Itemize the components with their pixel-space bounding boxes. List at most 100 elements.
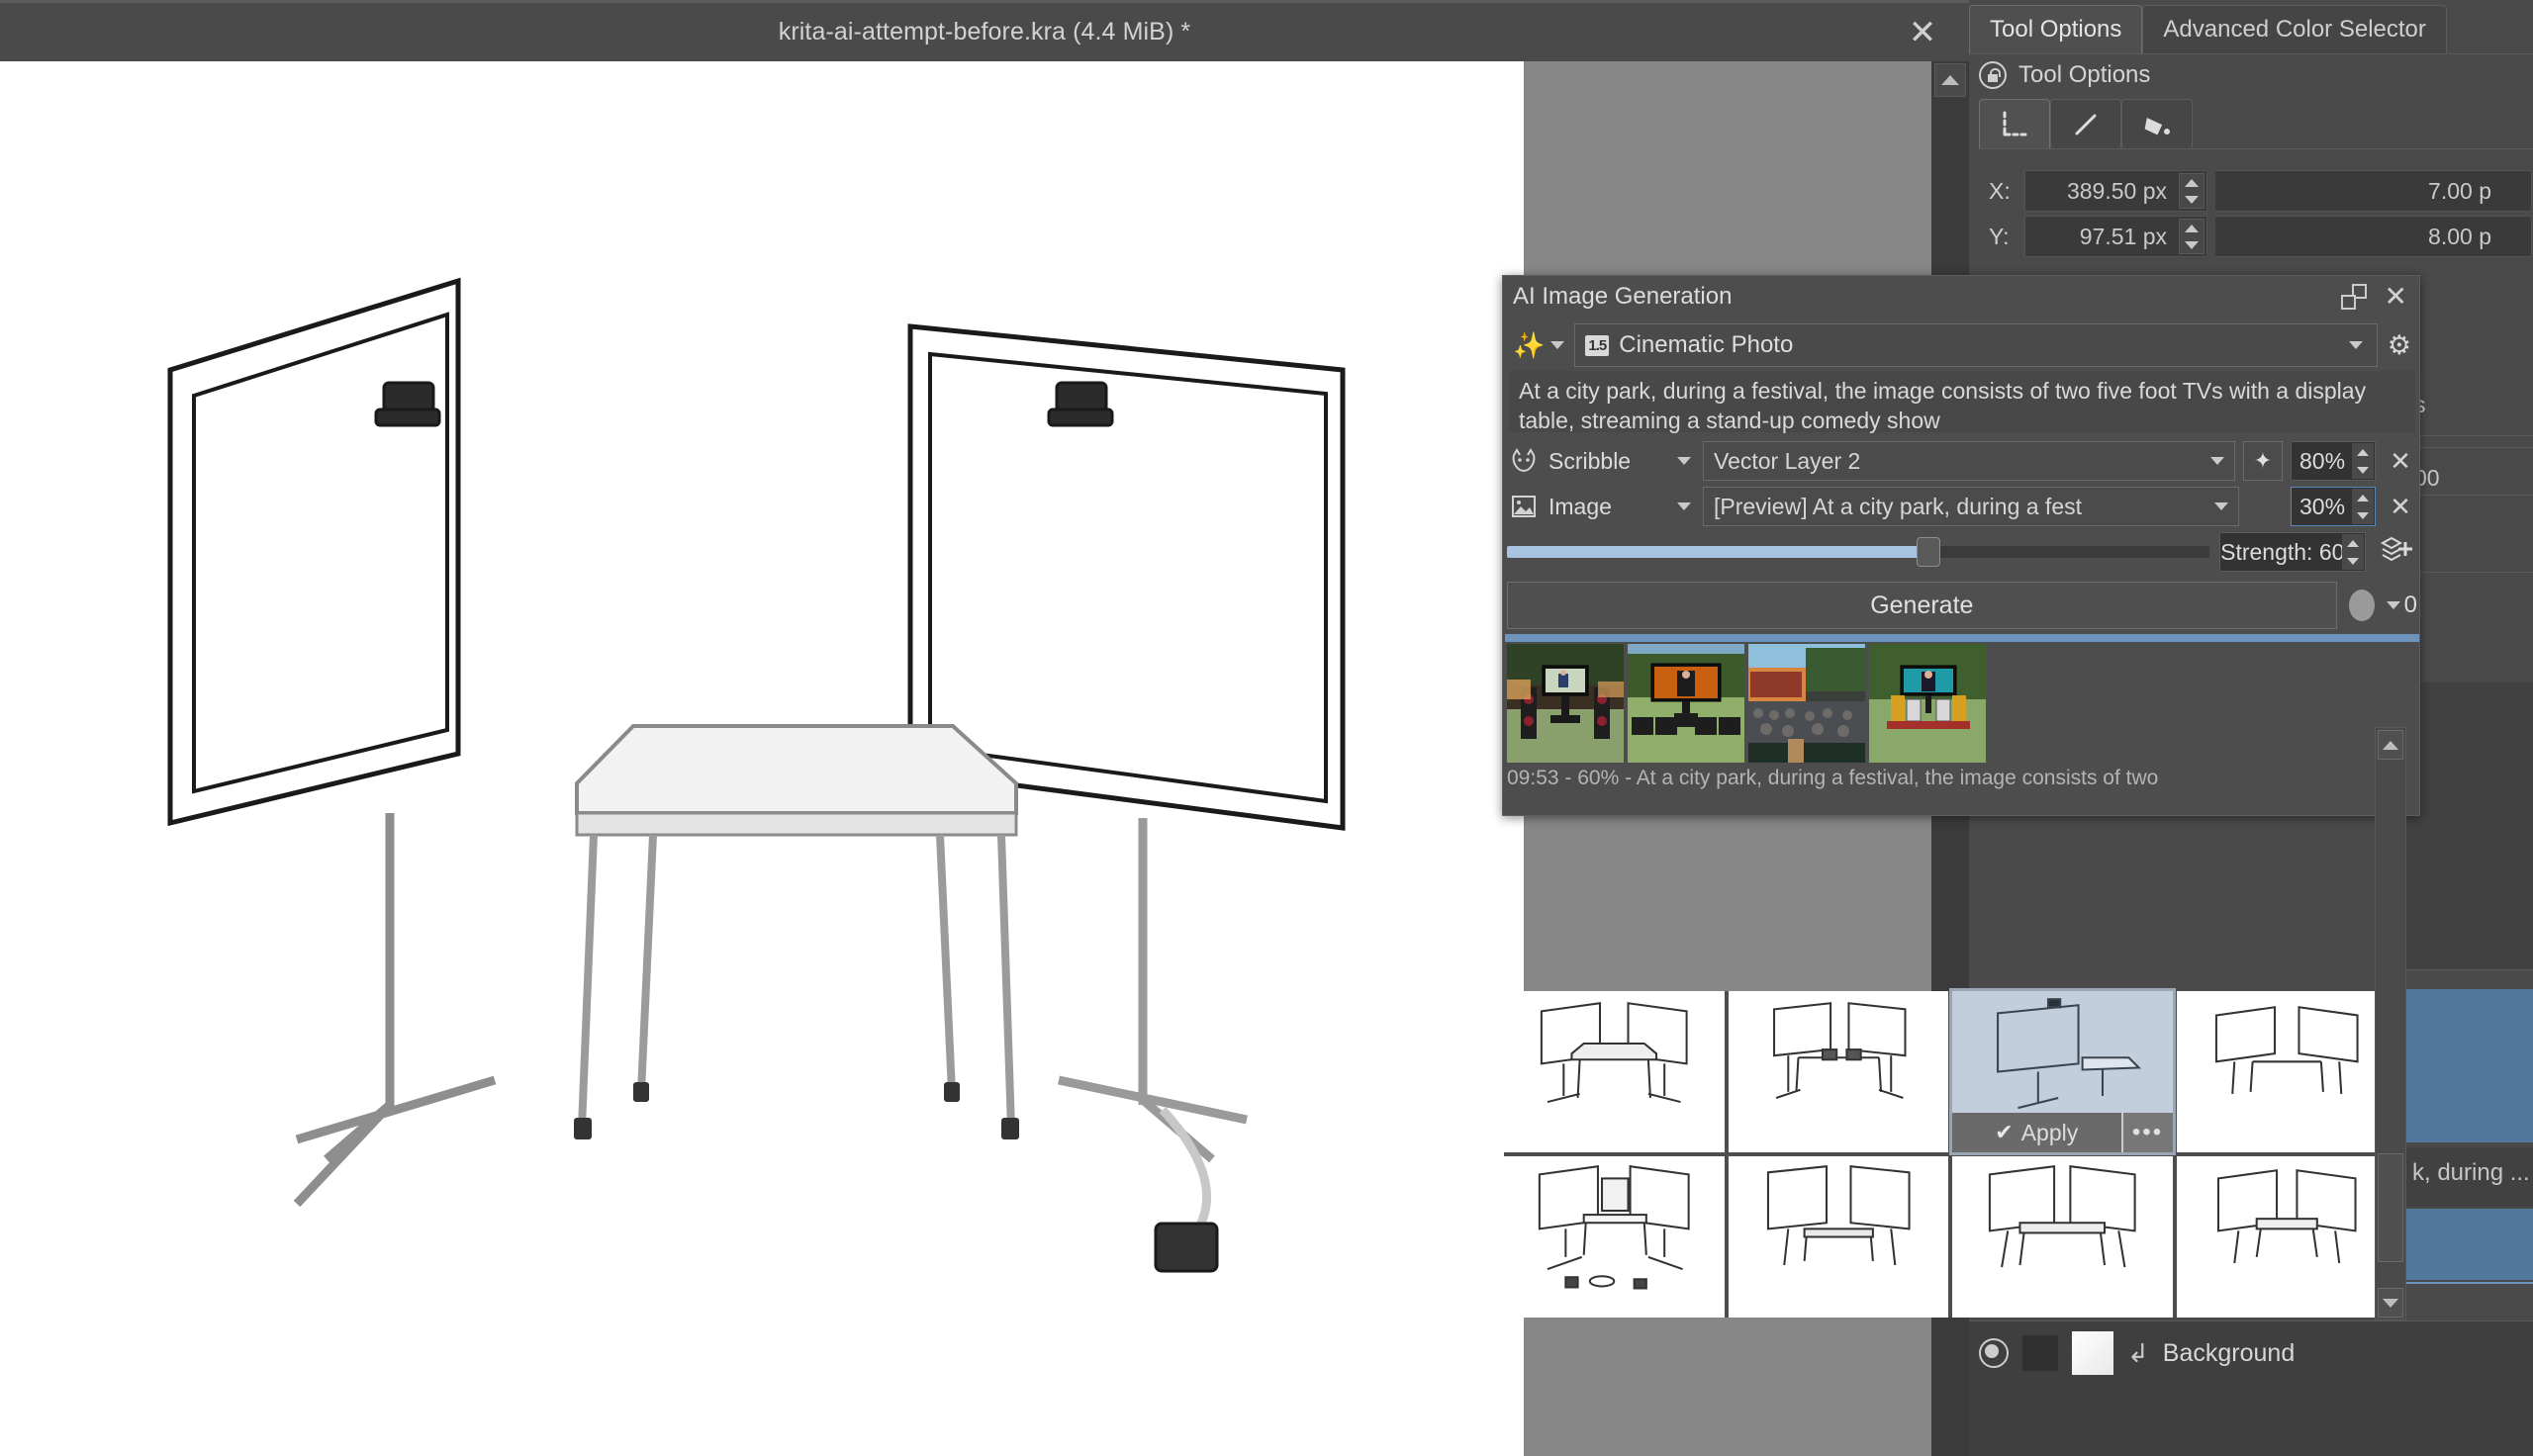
x-value: 389.50 px xyxy=(2066,177,2167,204)
remove-control-button-image[interactable]: ✕ xyxy=(2384,492,2417,522)
strength-input[interactable]: Strength: 60% xyxy=(2219,532,2366,572)
generate-row: Generate 0 xyxy=(1503,579,2421,632)
chevron-up-icon xyxy=(2347,539,2359,547)
gear-icon[interactable]: ⚙ xyxy=(2388,330,2411,361)
strength-slider[interactable] xyxy=(1507,537,2209,567)
lock-icon[interactable] xyxy=(1979,61,2007,89)
control-strength-input-scribble[interactable]: 80% xyxy=(2291,441,2376,481)
tool-options-header: Tool Options xyxy=(1979,55,2150,95)
line-icon xyxy=(2075,114,2097,135)
control-layer-value-image: [Preview] At a city park, during a fest xyxy=(1714,493,2082,519)
tool-mode-tabs xyxy=(1979,99,2193,148)
result-thumbnail-park-big-screen-monitors[interactable] xyxy=(1628,644,1744,763)
magic-wand-button[interactable]: ✨ xyxy=(1513,329,1565,361)
prompt-textarea[interactable]: At a city park, during a festival, the i… xyxy=(1509,371,2415,433)
tab-advanced-color-selector[interactable]: Advanced Color Selector xyxy=(2142,5,2447,53)
panel-filler xyxy=(2404,682,2533,969)
result-thumbnail-park-stage-teal-screen[interactable] xyxy=(1869,644,1986,763)
history-row-selected[interactable] xyxy=(2404,989,2533,1142)
cancel-generation-button[interactable] xyxy=(2348,590,2375,621)
generate-button[interactable]: Generate xyxy=(1507,582,2337,629)
height-value: 8.00 p xyxy=(2428,223,2491,249)
tab-advanced-color-selector-label: Advanced Color Selector xyxy=(2163,16,2426,43)
sketch-result-1[interactable] xyxy=(1504,991,1725,1152)
canvas-page[interactable] xyxy=(0,61,1524,1456)
chevron-up-icon xyxy=(2185,178,2199,187)
results-scroll-up-button[interactable] xyxy=(2378,730,2403,760)
magic-wand-icon: ✨ xyxy=(1513,329,1546,360)
fill-bucket-icon xyxy=(2144,117,2170,135)
tool-tab-line[interactable] xyxy=(2050,99,2121,148)
sketch-result-3[interactable]: ✔ Apply ••• xyxy=(1949,988,2176,1155)
image-icon xyxy=(1507,490,1541,523)
control-layer-dropdown-image[interactable]: [Preview] At a city park, during a fest xyxy=(1703,487,2239,526)
layer-row-background[interactable]: ↳ Background xyxy=(1979,1331,2295,1375)
tool-tab-fill[interactable] xyxy=(2121,99,2193,148)
remove-control-button-scribble[interactable]: ✕ xyxy=(2384,446,2417,477)
control-layer-row-image: Image [Preview] At a city park, during a… xyxy=(1507,484,2417,529)
close-icon[interactable]: ✕ xyxy=(2385,283,2407,311)
result-caption: 09:53 - 60% - At a city park, during a f… xyxy=(1507,767,2159,789)
sketch-result-7[interactable] xyxy=(1952,1156,2173,1318)
results-area[interactable]: 09:53 - 60% - At a city park, during a f… xyxy=(1505,644,2419,815)
chevron-down-icon xyxy=(2383,1298,2398,1308)
restore-window-icon[interactable] xyxy=(2340,284,2367,310)
sketch-result-2[interactable] xyxy=(1728,991,1948,1152)
sketch-result-4[interactable] xyxy=(2176,991,2396,1152)
divider xyxy=(2404,572,2533,573)
control-layer-row-scribble: Scribble Vector Layer 2 ✦ 80% ✕ xyxy=(1507,438,2417,484)
x-stepper[interactable] xyxy=(2179,173,2205,209)
control-strength-stepper-scribble[interactable] xyxy=(2352,443,2374,479)
results-scrollbar[interactable] xyxy=(2375,727,2406,1320)
divider xyxy=(2404,447,2533,448)
strength-slider-handle[interactable] xyxy=(1917,537,1940,567)
selection-rect-icon xyxy=(2003,111,2027,136)
scroll-up-button[interactable] xyxy=(1934,63,1966,97)
width-input[interactable]: 7.00 p xyxy=(2215,170,2532,212)
strength-stepper[interactable] xyxy=(2342,534,2364,570)
chevron-down-icon xyxy=(2214,502,2228,510)
result-thumbnail-park-crowd-sunset-screen[interactable] xyxy=(1748,644,1865,763)
style-dropdown[interactable]: 1.5 Cinematic Photo xyxy=(1574,323,2378,367)
divider xyxy=(2404,1282,2533,1284)
scribble-icon xyxy=(1507,444,1541,478)
result-thumbnail-park-screen-speakers[interactable] xyxy=(1507,644,1624,763)
queue-count[interactable]: 0 xyxy=(2386,592,2417,619)
control-type-dropdown-scribble[interactable] xyxy=(1673,457,1695,465)
sketch-result-6[interactable] xyxy=(1728,1156,1948,1318)
more-options-button[interactable]: ••• xyxy=(2120,1113,2173,1152)
tool-options-title: Tool Options xyxy=(2018,61,2151,88)
sketch-result-5[interactable] xyxy=(1504,1156,1725,1318)
history-row-selected-2[interactable] xyxy=(2404,1209,2533,1280)
document-close-icon[interactable]: ✕ xyxy=(1900,10,1945,55)
y-value: 97.51 px xyxy=(2079,223,2167,249)
layer-name-label: Background xyxy=(2162,1338,2296,1367)
tool-tab-selection[interactable] xyxy=(1979,99,2050,148)
control-strength-stepper-image[interactable] xyxy=(2352,489,2374,524)
chevron-down-icon xyxy=(2185,195,2199,204)
style-version-badge: 1.5 xyxy=(1585,334,1610,356)
y-stepper[interactable] xyxy=(2179,219,2205,254)
control-strength-value-scribble: 80% xyxy=(2299,447,2346,474)
control-strength-value-image: 30% xyxy=(2299,493,2346,519)
eye-icon[interactable] xyxy=(1979,1338,2009,1368)
generate-preview-button-scribble[interactable]: ✦ xyxy=(2243,441,2283,481)
control-type-dropdown-image[interactable] xyxy=(1673,502,1695,510)
sketch-result-8[interactable] xyxy=(2176,1156,2396,1318)
results-scroll-down-button[interactable] xyxy=(2378,1288,2403,1318)
control-strength-input-image[interactable]: 30% xyxy=(2291,487,2376,526)
chevron-down-icon xyxy=(2185,240,2199,249)
apply-button[interactable]: ✔ Apply xyxy=(1952,1113,2121,1152)
y-label: Y: xyxy=(1989,223,2010,249)
results-scrollbar-thumb[interactable] xyxy=(2378,1153,2403,1262)
strength-row: Strength: 60% xyxy=(1503,529,2421,575)
layer-color-swatch xyxy=(2022,1335,2058,1371)
tab-tool-options[interactable]: Tool Options xyxy=(1969,5,2143,53)
control-layer-dropdown-scribble[interactable]: Vector Layer 2 xyxy=(1703,441,2235,481)
y-input[interactable]: 97.51 px xyxy=(2024,216,2207,257)
control-label-scribble: Scribble xyxy=(1548,447,1632,474)
chevron-down-icon xyxy=(2348,341,2363,349)
add-layers-icon[interactable] xyxy=(2376,534,2417,571)
height-input[interactable]: 8.00 p xyxy=(2215,216,2532,257)
x-input[interactable]: 389.50 px xyxy=(2024,170,2207,212)
